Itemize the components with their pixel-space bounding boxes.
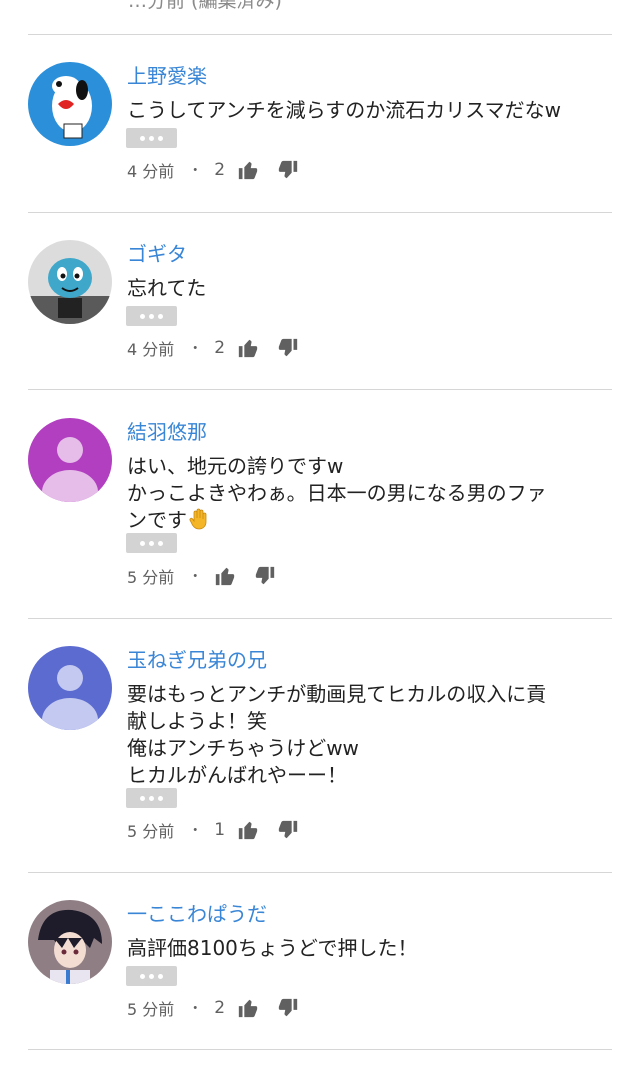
comment-meta: 4 分前 ・ 2	[127, 157, 299, 183]
thumbs-down-icon[interactable]	[277, 819, 299, 841]
timestamp: 4 分前	[127, 340, 175, 359]
username[interactable]: 一ここわぱうだ	[127, 902, 267, 926]
like-count: 2	[214, 160, 226, 180]
thumbs-down-icon[interactable]	[277, 159, 299, 181]
more-dot	[149, 313, 154, 319]
more-dot	[158, 540, 163, 546]
comment-meta: 5 分前 ・ 2	[127, 995, 299, 1021]
comment-line: ンです	[127, 508, 187, 532]
divider	[28, 618, 612, 619]
comment-text: 要はもっとアンチが動画見てヒカルの収入に貢 献しようよ！笑 俺はアンチちゃうけど…	[127, 681, 613, 789]
timestamp: 5 分前	[127, 1000, 175, 1019]
separator: ・	[188, 163, 203, 179]
more-dot	[149, 795, 154, 801]
thumbs-up-icon[interactable]	[237, 997, 259, 1019]
divider	[28, 212, 612, 213]
more-dot	[140, 795, 145, 801]
more-options-button[interactable]	[126, 128, 177, 148]
avatar[interactable]	[28, 62, 112, 146]
more-dot	[149, 540, 154, 546]
more-dot	[158, 135, 163, 141]
more-dot	[158, 313, 163, 319]
more-dot	[158, 795, 163, 801]
avatar[interactable]	[28, 900, 112, 984]
comment-text: はい、地元の誇りですw かっこよきやわぁ。日本一の男になる男のファ ンです	[127, 453, 613, 534]
more-dot	[149, 973, 154, 979]
timestamp: 4 分前	[127, 162, 175, 181]
comment-meta: 5 分前 ・	[127, 563, 276, 589]
separator: ・	[188, 341, 203, 357]
divider	[28, 34, 612, 35]
divider	[28, 872, 612, 873]
more-options-button[interactable]	[126, 966, 177, 986]
thumbs-up-icon[interactable]	[214, 565, 236, 587]
more-dot	[140, 540, 145, 546]
comment-line: ヒカルがんばれやーー！	[127, 763, 347, 787]
username[interactable]: 結羽悠那	[127, 420, 207, 444]
thumbs-down-icon[interactable]	[254, 565, 276, 587]
thumbs-down-icon[interactable]	[277, 997, 299, 1019]
like-count: 2	[214, 998, 226, 1018]
more-options-button[interactable]	[126, 788, 177, 808]
username[interactable]: 上野愛楽	[127, 64, 207, 88]
like-count: 1	[214, 820, 226, 840]
separator: ・	[188, 569, 203, 585]
more-dot	[158, 973, 163, 979]
comment-meta: 5 分前 ・ 1	[127, 817, 299, 843]
more-dot	[140, 135, 145, 141]
thumbs-up-icon[interactable]	[237, 337, 259, 359]
more-dot	[140, 313, 145, 319]
more-options-button[interactable]	[126, 306, 177, 326]
avatar[interactable]	[28, 646, 112, 730]
separator: ・	[188, 823, 203, 839]
comment-line: 献しようよ！笑	[127, 709, 267, 733]
more-options-button[interactable]	[126, 533, 177, 553]
comment-text: 忘れてた	[127, 276, 207, 300]
thumbs-up-icon[interactable]	[237, 819, 259, 841]
timestamp: 5 分前	[127, 568, 175, 587]
previous-comment-fragment: …分前 (編集済み)	[128, 0, 282, 12]
username[interactable]: 玉ねぎ兄弟の兄	[127, 648, 267, 672]
more-dot	[140, 973, 145, 979]
comment-line: 要はもっとアンチが動画見てヒカルの収入に貢	[127, 682, 547, 706]
separator: ・	[188, 1001, 203, 1017]
divider	[28, 389, 612, 390]
comment-line: 俺はアンチちゃうけどww	[127, 736, 359, 760]
thumbs-down-icon[interactable]	[277, 337, 299, 359]
comment-line: はい、地元の誇りですw	[127, 454, 344, 478]
avatar[interactable]	[28, 418, 112, 502]
thumbs-up-icon[interactable]	[237, 159, 259, 181]
divider	[28, 1049, 612, 1050]
timestamp: 5 分前	[127, 822, 175, 841]
raised-hand-emoji	[187, 507, 211, 531]
comment-text: 高評価8100ちょうどで押した！	[127, 936, 418, 960]
comment-line: かっこよきやわぁ。日本一の男になる男のファ	[127, 481, 547, 505]
avatar[interactable]	[28, 240, 112, 324]
more-dot	[149, 135, 154, 141]
like-count: 2	[214, 338, 226, 358]
username[interactable]: ゴギタ	[127, 242, 187, 266]
comment-text: こうしてアンチを減らすのか流石カリスマだなw	[127, 98, 561, 122]
comment-meta: 4 分前 ・ 2	[127, 335, 299, 361]
